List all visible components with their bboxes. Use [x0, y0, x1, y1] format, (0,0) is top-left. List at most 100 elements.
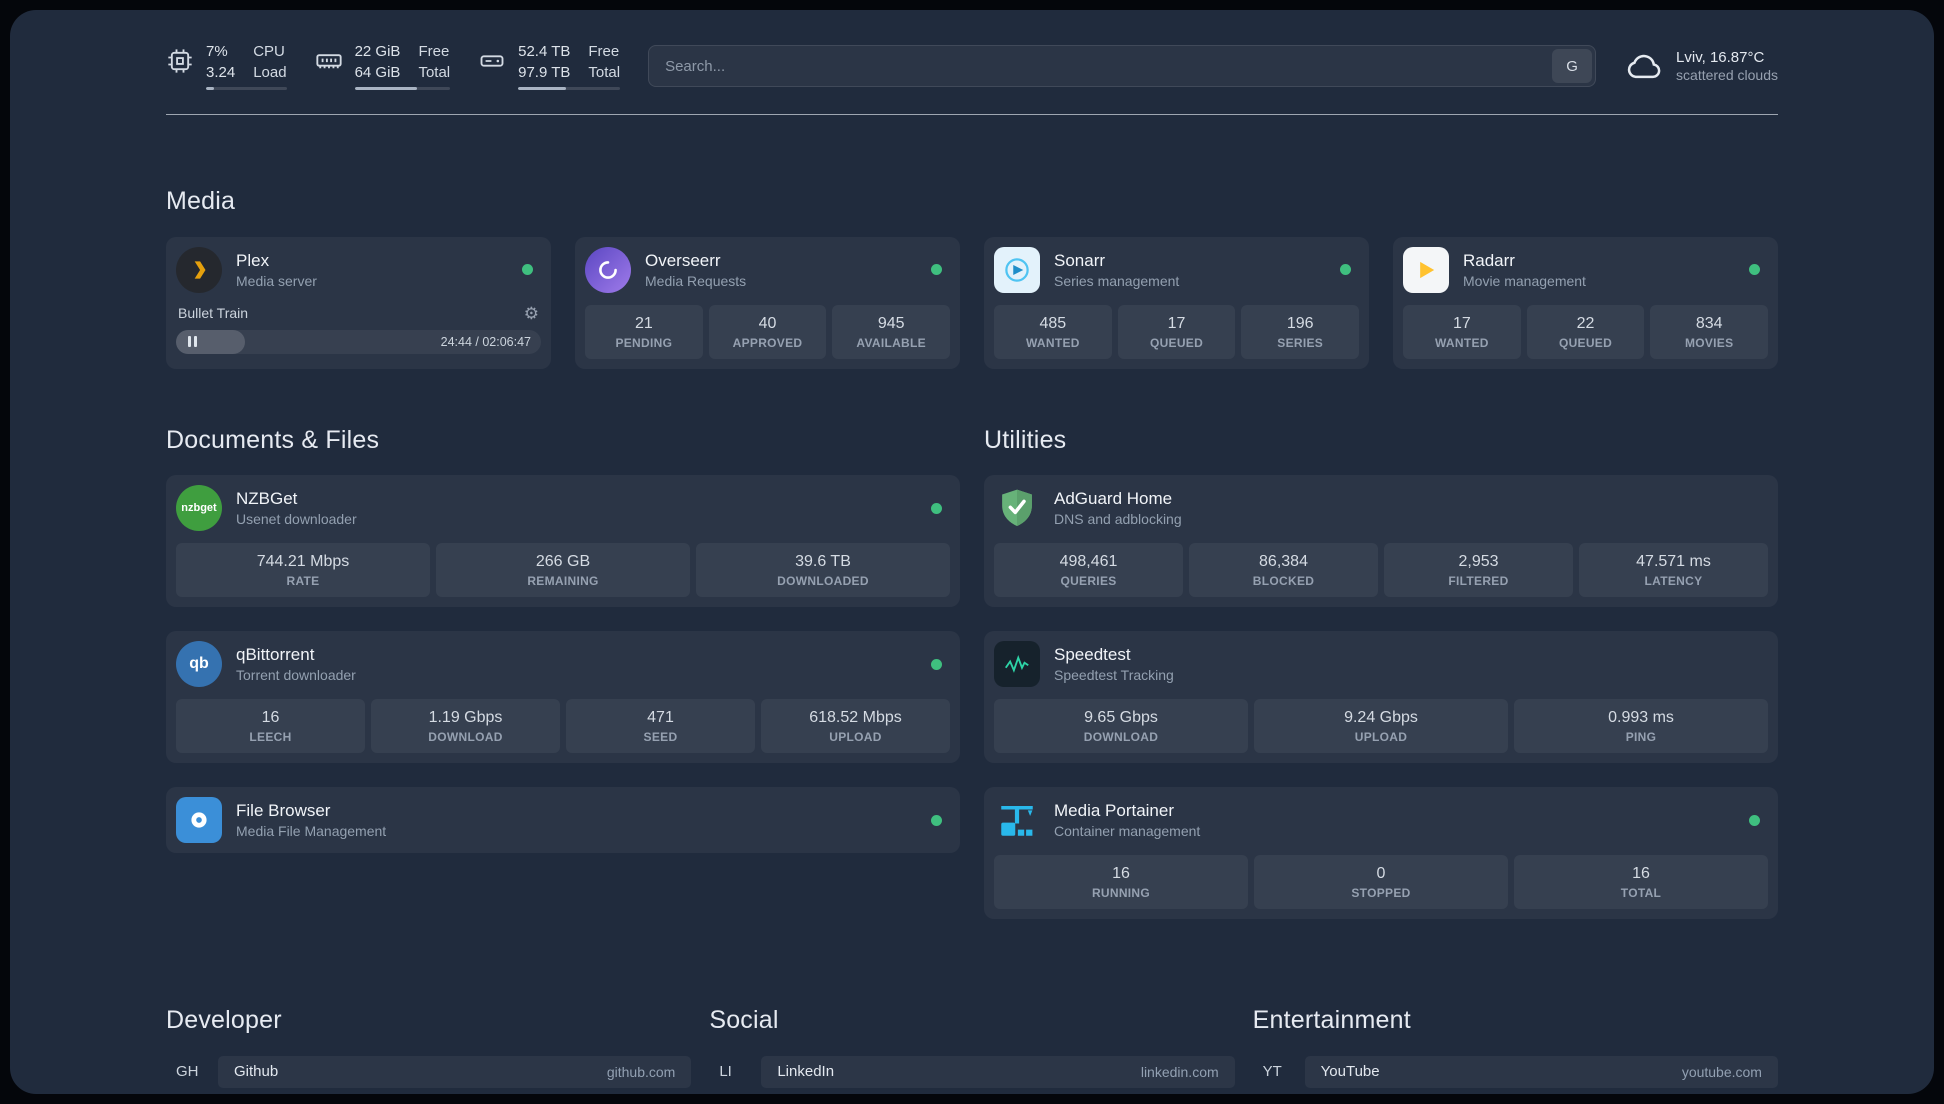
stat-value: 9.24 Gbps	[1344, 709, 1418, 727]
bookmarks-area: Developer GH Github github.com SO StackO…	[166, 985, 1778, 1094]
stat-running: 16 RUNNING	[994, 855, 1248, 910]
bookmark-group-social: Social LI LinkedIn linkedin.com TW Twitt…	[709, 985, 1235, 1094]
service-card-speedtest[interactable]: Speedtest Speedtest Tracking 9.65 Gbps D…	[984, 631, 1778, 764]
status-dot	[931, 264, 942, 276]
stat-value: 16	[1112, 865, 1130, 883]
section-title-entertainment: Entertainment	[1252, 1006, 1411, 1034]
top-bar: 7% CPU 3.24 Load 22 GiB Free 64 GiB Tota…	[166, 42, 1778, 90]
memory-label-2: Total	[418, 63, 451, 81]
weather-widget[interactable]: Lviv, 16.87°C scattered clouds	[1624, 46, 1778, 86]
stat-filtered: 2,953 FILTERED	[1384, 543, 1573, 598]
service-description: Container management	[1054, 823, 1201, 840]
stat-queries: 498,461 QUERIES	[994, 543, 1183, 598]
stat-label: AVAILABLE	[856, 335, 926, 350]
status-dot	[931, 502, 942, 514]
service-card-qbittorrent[interactable]: qb qBittorrent Torrent downloader 16 LEE…	[166, 631, 960, 764]
stat-label: STOPPED	[1351, 886, 1411, 901]
stat-wanted: 485 WANTED	[994, 304, 1112, 359]
bookmark-abbr: YT	[1262, 1063, 1282, 1081]
service-card-overseerr[interactable]: Overseerr Media Requests 21 PENDING 40 A…	[575, 236, 960, 369]
stat-label: WANTED	[1025, 335, 1080, 350]
stat-label: PING	[1625, 730, 1657, 745]
stat-latency: 47.571 ms LATENCY	[1579, 543, 1768, 598]
memory-progress-fill	[354, 87, 417, 90]
stat-value: 618.52 Mbps	[809, 709, 902, 727]
stat-label: RUNNING	[1091, 886, 1151, 901]
section-title-developer: Developer	[166, 1006, 282, 1034]
playback-progress-bar[interactable]: 24:44 / 02:06:47	[176, 329, 541, 354]
header-divider	[166, 114, 1778, 115]
bookmark-domain: github.com	[606, 1063, 676, 1080]
service-card-plex[interactable]: Plex Media server Bullet Train ⚙ 24:44 /…	[166, 236, 551, 369]
service-name: qBittorrent	[236, 645, 315, 665]
bookmark-name: Github	[234, 1063, 279, 1081]
bookmark-linkedin[interactable]: LI LinkedIn linkedin.com	[709, 1055, 1235, 1088]
bookmark-abbr: GH	[176, 1063, 199, 1081]
stat-label: LATENCY	[1644, 574, 1703, 589]
bookmark-youtube[interactable]: YT YouTube youtube.com	[1253, 1055, 1778, 1088]
dashboard-content: 7% CPU 3.24 Load 22 GiB Free 64 GiB Tota…	[166, 10, 1778, 1094]
settings-gear-icon[interactable]: ⚙	[524, 305, 539, 322]
stat-label: DOWNLOADED	[777, 574, 869, 589]
now-playing-title: Bullet Train	[178, 305, 249, 322]
stat-value: 16	[261, 709, 280, 727]
stat-series: 196 SERIES	[1241, 304, 1360, 359]
bookmark-abbr: LI	[719, 1063, 732, 1081]
stat-wanted: 17 WANTED	[1403, 304, 1521, 359]
disk-label-2: Total	[588, 63, 621, 81]
bookmark-name: YouTube	[1320, 1063, 1380, 1081]
stat-label: UPLOAD	[1354, 730, 1408, 745]
memory-progress-track	[354, 87, 451, 90]
service-description: DNS and adblocking	[1054, 511, 1182, 528]
cpu-progress-track	[206, 87, 287, 90]
status-dot	[1749, 814, 1760, 826]
stat-value: 0	[1376, 865, 1386, 883]
service-name: Media Portainer	[1054, 801, 1175, 821]
stat-label: MOVIES	[1684, 335, 1734, 350]
service-card-filebrowser[interactable]: File Browser Media File Management	[166, 787, 960, 854]
service-card-nzbget[interactable]: nzbget NZBGet Usenet downloader 744.21 M…	[166, 475, 960, 608]
status-dot	[522, 264, 533, 276]
pause-icon[interactable]	[188, 336, 197, 348]
stat-value: 266 GB	[535, 553, 591, 571]
stat-upload: 618.52 Mbps UPLOAD	[761, 699, 950, 754]
stat-value: 17	[1167, 314, 1186, 332]
stat-total: 16 TOTAL	[1514, 855, 1768, 910]
stat-label: FILTERED	[1448, 574, 1509, 589]
search-provider-button[interactable]: G	[1552, 49, 1593, 83]
status-dot	[931, 814, 942, 826]
stat-value: 498,461	[1059, 553, 1118, 571]
stat-label: RATE	[286, 574, 320, 589]
status-dot	[1340, 264, 1351, 276]
bookmark-github[interactable]: GH Github github.com	[166, 1055, 692, 1088]
service-name: Radarr	[1463, 250, 1515, 270]
search-input[interactable]	[649, 46, 1550, 86]
service-card-sonarr[interactable]: Sonarr Series management 485 WANTED 17 Q…	[984, 236, 1369, 369]
search-bar: G	[648, 45, 1597, 87]
stat-available: 945 AVAILABLE	[832, 304, 951, 359]
stat-label: REMAINING	[527, 574, 599, 589]
stat-queued: 17 QUEUED	[1117, 304, 1236, 359]
stat-value: 40	[758, 314, 777, 332]
stat-blocked: 86,384 BLOCKED	[1189, 543, 1378, 598]
service-card-portainer[interactable]: Media Portainer Container management 16 …	[984, 787, 1778, 920]
disk-free: 52.4 TB	[518, 43, 571, 60]
bookmark-group-entertainment: Entertainment YT YouTube youtube.com NF …	[1253, 985, 1778, 1094]
service-description: Movie management	[1463, 272, 1586, 289]
section-title-social: Social	[709, 1006, 779, 1034]
stat-label: BLOCKED	[1252, 574, 1315, 589]
now-playing-widget: Bullet Train ⚙ 24:44 / 02:06:47	[176, 305, 541, 354]
stat-value: 471	[647, 709, 674, 727]
stat-label: SEED	[643, 730, 678, 745]
stat-value: 196	[1286, 314, 1314, 332]
stat-value: 17	[1452, 314, 1471, 332]
disk-widget: 52.4 TB Free 97.9 TB Total	[478, 42, 621, 90]
stat-label: QUEUED	[1558, 335, 1613, 350]
dashboard: 7% CPU 3.24 Load 22 GiB Free 64 GiB Tota…	[10, 10, 1934, 1094]
service-card-adguard[interactable]: AdGuard Home DNS and adblocking 498,461 …	[984, 475, 1778, 608]
radarr-icon	[1403, 246, 1449, 293]
section-title-documents: Documents & Files	[166, 425, 380, 454]
plex-icon	[176, 246, 222, 293]
cpu-percent: 7%	[206, 43, 228, 60]
service-card-radarr[interactable]: Radarr Movie management 17 WANTED 22 QUE…	[1393, 236, 1778, 369]
